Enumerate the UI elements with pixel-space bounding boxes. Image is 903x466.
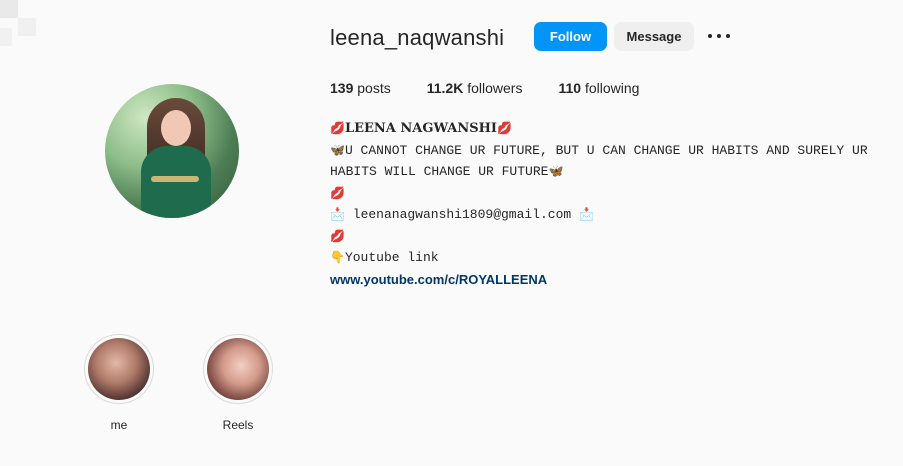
highlight-me[interactable]: me <box>82 334 156 432</box>
highlight-reels[interactable]: Reels <box>201 334 275 432</box>
bio-external-link[interactable]: www.youtube.com/c/ROYALLEENA <box>330 272 547 287</box>
lips-icon: 💋 <box>330 121 345 135</box>
lips-icon: 💋 <box>330 185 345 200</box>
pixel-artifact <box>0 28 12 46</box>
lips-icon: 💋 <box>330 228 345 243</box>
butterfly-icon: 🦋 <box>330 142 345 157</box>
profile-page: leena_naqwanshi Follow Message 139 posts… <box>0 0 903 466</box>
following-stat[interactable]: 110 following <box>558 80 639 96</box>
followers-count: 11.2K <box>426 80 464 96</box>
bio-email-line: 📩 leenanagwanshi1809@gmail.com 📩 <box>330 204 890 226</box>
pixel-artifact <box>18 18 36 36</box>
bio-name-line: 💋LEENA NAGWANSHI💋 <box>330 118 890 140</box>
envelope-icon: 📩 <box>579 207 594 221</box>
butterfly-icon: 🦋 <box>548 164 564 178</box>
highlight-cover <box>207 338 269 400</box>
bio-spacer-line: 💋 <box>330 226 890 248</box>
profile-avatar[interactable] <box>105 84 239 218</box>
posts-stat: 139 posts <box>330 80 391 96</box>
bio-youtube-line: 👇Youtube link <box>330 247 890 269</box>
highlight-label: Reels <box>222 418 254 432</box>
bio-email: leenanagwanshi1809@gmail.com <box>352 207 572 222</box>
highlight-ring <box>84 334 154 404</box>
bio-spacer-line: 💋 <box>330 183 890 205</box>
pointing-down-icon: 👇 <box>330 250 345 264</box>
follow-button[interactable]: Follow <box>534 22 607 51</box>
highlight-ring <box>203 334 273 404</box>
profile-bio: 💋LEENA NAGWANSHI💋 🦋U CANNOT CHANGE UR FU… <box>330 118 890 290</box>
avatar-dress <box>141 146 211 218</box>
lips-icon: 💋 <box>496 121 512 135</box>
youtube-label: Youtube link <box>344 250 439 265</box>
pixel-artifact <box>0 0 18 18</box>
followers-stat[interactable]: 11.2K followers <box>427 80 523 96</box>
bio-quote-line-2: HABITS WILL CHANGE UR FUTURE🦋 <box>330 161 890 183</box>
followers-label: followers <box>467 80 523 96</box>
profile-stats: 139 posts 11.2K followers 110 following <box>330 80 675 96</box>
bio-text: U CANNOT CHANGE UR FUTURE, BUT U CAN CHA… <box>344 142 868 158</box>
following-label: following <box>584 80 640 96</box>
envelope-icon: 📩 <box>330 207 345 221</box>
bio-text: HABITS WILL CHANGE UR FUTURE <box>330 164 549 179</box>
message-button[interactable]: Message <box>614 22 694 51</box>
following-count: 110 <box>558 80 582 96</box>
avatar-belt <box>151 176 199 182</box>
posts-label: posts <box>357 80 391 96</box>
posts-count: 139 <box>330 80 354 96</box>
highlight-label: me <box>110 418 128 432</box>
profile-username: leena_naqwanshi <box>330 25 505 50</box>
avatar-face <box>161 110 191 146</box>
bio-quote-line-1: 🦋U CANNOT CHANGE UR FUTURE, BUT U CAN CH… <box>330 140 890 162</box>
highlight-cover <box>88 338 150 400</box>
bio-name: LEENA NAGWANSHI <box>344 121 497 136</box>
more-options-icon[interactable] <box>708 28 730 44</box>
